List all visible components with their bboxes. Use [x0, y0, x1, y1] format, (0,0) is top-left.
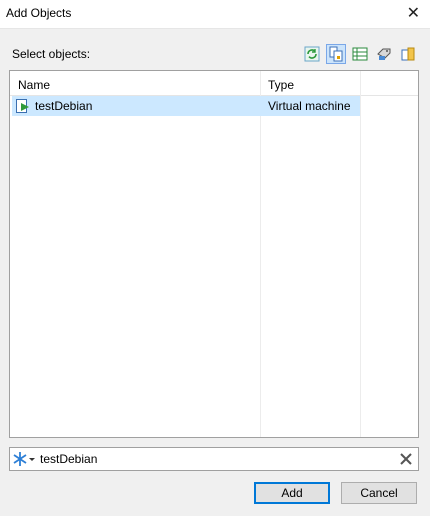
- large-icons-view-button[interactable]: [326, 44, 346, 64]
- chevron-down-icon: [29, 458, 35, 461]
- clear-icon[interactable]: [398, 451, 414, 467]
- list-item-type: Virtual machine: [268, 99, 351, 113]
- clipboard-icon: [401, 47, 415, 61]
- cancel-button[interactable]: Cancel: [341, 482, 417, 504]
- search-input[interactable]: [40, 450, 380, 468]
- search-field: [9, 447, 419, 471]
- select-objects-label: Select objects:: [12, 47, 91, 61]
- details-view-icon: [352, 47, 368, 61]
- refresh-button[interactable]: [302, 44, 322, 64]
- column-header-type[interactable]: Type: [268, 78, 294, 92]
- asterisk-icon: [13, 452, 27, 466]
- properties-icon: [377, 48, 391, 60]
- column-header-name[interactable]: Name: [18, 78, 50, 92]
- objects-list[interactable]: Name Type testDebian Virtual machine: [9, 70, 419, 438]
- search-options-dropdown[interactable]: [12, 450, 38, 468]
- virtual-machine-icon: [16, 99, 29, 113]
- details-view-button[interactable]: [350, 44, 370, 64]
- add-button[interactable]: Add: [254, 482, 330, 504]
- window-title: Add Objects: [6, 6, 72, 20]
- clipboard-button[interactable]: [398, 44, 418, 64]
- list-item[interactable]: testDebian Virtual machine: [12, 96, 360, 116]
- title-bar: Add Objects ✕: [0, 0, 430, 29]
- add-objects-dialog: Add Objects ✕ Select objects: Name Type …: [0, 0, 430, 516]
- list-header: Name Type: [10, 71, 418, 96]
- refresh-icon: [304, 46, 320, 62]
- list-item-name: testDebian: [35, 99, 93, 113]
- large-icons-view-icon: [329, 46, 343, 62]
- close-icon[interactable]: ✕: [407, 3, 420, 23]
- view-toolbar: [302, 44, 418, 66]
- properties-button[interactable]: [374, 44, 394, 64]
- column-divider[interactable]: [360, 71, 361, 437]
- column-divider[interactable]: [260, 71, 261, 437]
